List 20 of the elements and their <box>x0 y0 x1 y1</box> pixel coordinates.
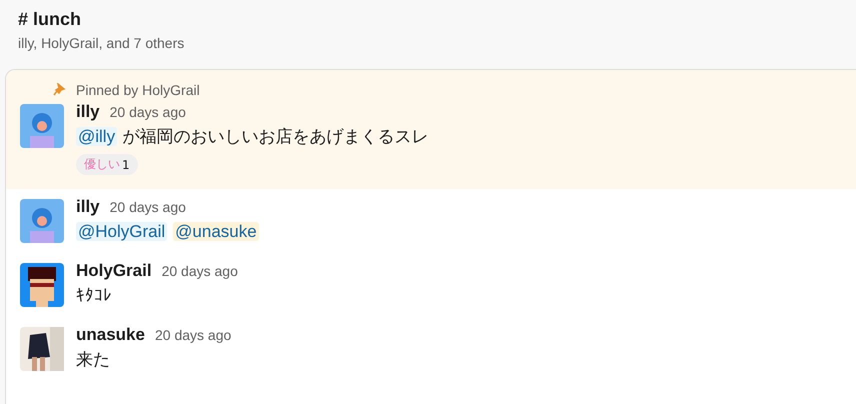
channel-title: # lunch <box>18 8 82 30</box>
mention-link[interactable]: @illy <box>76 127 118 146</box>
timestamp[interactable]: 20 days ago <box>154 327 232 343</box>
pinned-label: Pinned by HolyGrail <box>76 82 200 98</box>
avatar-icon[interactable] <box>20 263 64 307</box>
author-name[interactable]: HolyGrail <box>76 261 152 281</box>
mention-link[interactable]: @HolyGrail <box>76 222 168 241</box>
timestamp[interactable]: 20 days ago <box>110 199 186 215</box>
author-name[interactable]: illy <box>76 197 100 217</box>
author-name[interactable]: illy <box>76 102 100 122</box>
message-text: 来た <box>76 350 110 370</box>
timestamp[interactable]: 20 days ago <box>162 263 238 279</box>
timestamp[interactable]: 20 days ago <box>110 104 186 120</box>
mention-link[interactable]: @unasuke <box>173 222 259 241</box>
reaction-button[interactable]: 優しい 1 <box>76 154 138 175</box>
author-name[interactable]: unasuke <box>76 325 145 345</box>
message-text: が福岡のおいしいお店をあげまくるスレ <box>121 127 428 147</box>
member-list[interactable]: illy, HolyGrail, and 7 others <box>18 35 838 51</box>
message-text: ｷﾀｺﾚ <box>76 286 112 306</box>
pin-icon <box>52 83 66 97</box>
